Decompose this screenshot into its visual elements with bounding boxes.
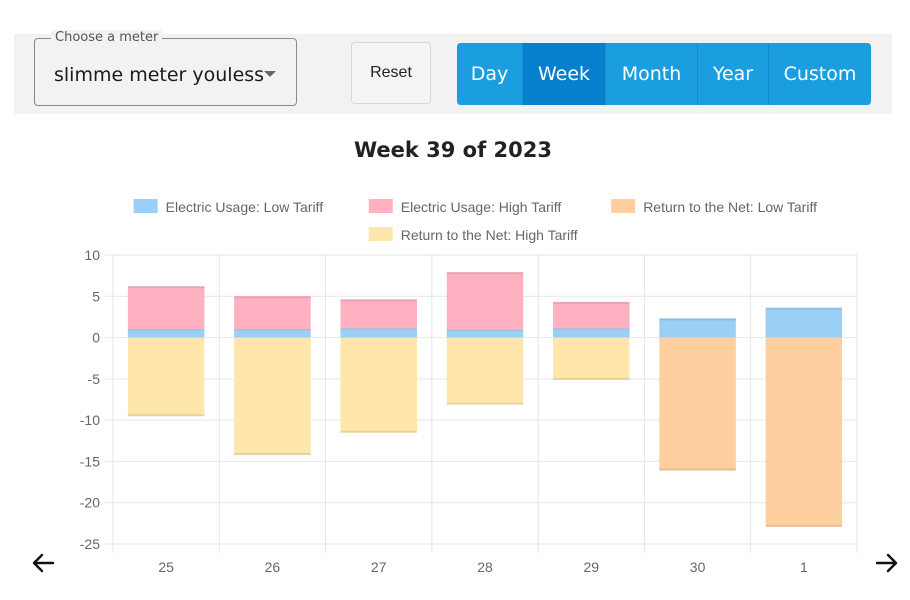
x-tick-label: 1	[800, 559, 808, 575]
y-tick-label: -25	[80, 536, 100, 552]
legend-label: Return to the Net: High Tariff	[401, 227, 578, 243]
bar-series-0	[659, 319, 736, 338]
y-tick-label: -20	[80, 495, 100, 511]
legend-label: Electric Usage: High Tariff	[401, 199, 562, 215]
legend-label: Return to the Net: Low Tariff	[643, 199, 817, 215]
arrow-right-icon[interactable]	[871, 548, 901, 578]
y-tick-label: 0	[92, 330, 100, 346]
y-tick-label: 5	[92, 288, 100, 304]
y-tick-label: -10	[80, 412, 100, 428]
arrow-left-icon[interactable]	[29, 548, 59, 578]
legend-swatch	[611, 199, 636, 213]
bar-chart: 10 5 0 -5 -10 -15 -20 -25 25 26 27 28 29 30 1 Electric …	[80, 199, 858, 575]
bar-series-1	[340, 300, 417, 329]
legend-swatch	[368, 227, 393, 241]
x-tick-label: 28	[477, 559, 493, 575]
bar-series-2	[659, 337, 736, 470]
bar-series-3	[234, 337, 311, 454]
bar-series-3	[127, 337, 205, 416]
x-tick-label: 29	[583, 559, 599, 575]
bar-series-0	[340, 328, 417, 338]
bar-series-0	[446, 330, 524, 338]
bar-series-0	[765, 308, 843, 338]
bar-series-0	[553, 328, 630, 338]
bar-series-1	[127, 287, 205, 330]
legend-label: Electric Usage: Low Tariff	[166, 199, 324, 215]
bar-series-3	[340, 337, 417, 432]
bar-series-1	[234, 297, 311, 330]
y-tick-label: 10	[84, 247, 100, 263]
bar-series-1	[446, 273, 524, 331]
x-tick-label: 30	[690, 559, 706, 575]
y-tick-label: -5	[88, 371, 101, 387]
bar-series-0	[234, 329, 311, 338]
bar-series-3	[553, 337, 630, 379]
bar-series-3	[446, 337, 524, 404]
legend-swatch	[368, 199, 393, 213]
x-tick-label: 27	[371, 559, 387, 575]
bar-series-2	[765, 337, 843, 526]
y-tick-label: -15	[80, 453, 100, 469]
bar-series-1	[553, 302, 630, 329]
x-tick-label: 26	[265, 559, 281, 575]
legend-swatch	[133, 199, 158, 213]
x-tick-label: 25	[158, 559, 174, 575]
bar-series-0	[127, 329, 205, 338]
